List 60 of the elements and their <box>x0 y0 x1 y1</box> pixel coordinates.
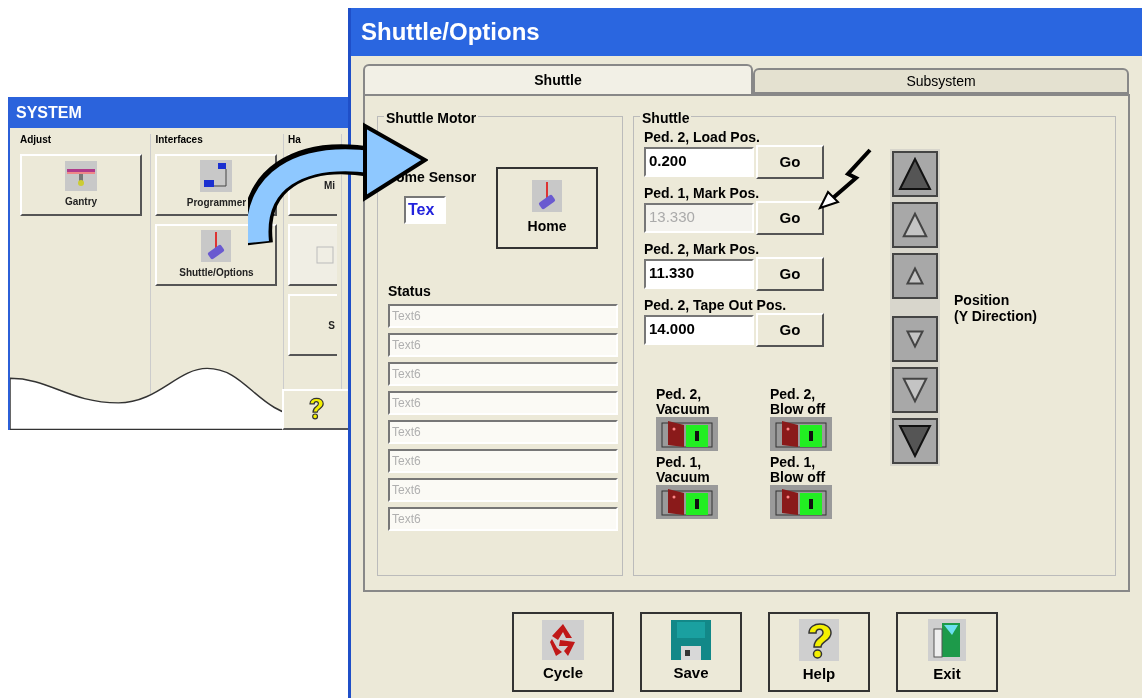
footer-button[interactable]: Cycle <box>512 612 614 692</box>
valve-label: Ped. 1, Vacuum <box>656 455 711 485</box>
group-label: Adjust <box>20 134 53 146</box>
go-button[interactable]: Go <box>756 145 824 179</box>
group-label: Ha <box>288 134 302 146</box>
valve-toggle-icon[interactable] <box>770 417 832 451</box>
question-mark-icon <box>799 618 839 661</box>
position-field[interactable]: 11.330 <box>644 259 754 289</box>
jog-down-button[interactable] <box>892 418 938 464</box>
exit-door-icon <box>928 618 966 661</box>
valve-label: Ped. 1, Blow off <box>770 455 827 485</box>
status-field: Text6 <box>388 304 618 328</box>
jog-up-button[interactable] <box>892 151 938 197</box>
shuttle-icon <box>532 179 562 212</box>
tab[interactable]: Subsystem <box>753 68 1129 94</box>
status-label: Status <box>388 282 432 301</box>
status-field: Text6 <box>388 391 618 415</box>
help-button[interactable] <box>282 389 348 430</box>
system-button[interactable]: Gantry <box>20 154 142 216</box>
group-label: Interfaces <box>155 134 204 146</box>
footer-button[interactable]: Save <box>640 612 742 692</box>
position-field[interactable]: 14.000 <box>644 315 754 345</box>
go-button[interactable]: Go <box>756 313 824 347</box>
programmer-icon <box>200 160 233 192</box>
status-field: Text6 <box>388 420 618 444</box>
position-label: Ped. 2, Mark Pos. <box>644 241 761 257</box>
valve-toggle-icon[interactable] <box>770 485 832 519</box>
system-button[interactable]: Shuttle/Options <box>155 224 278 286</box>
status-field: Text6 <box>388 449 618 473</box>
gantry-icon <box>65 161 97 191</box>
footer-button[interactable]: Help <box>768 612 870 692</box>
home-sensor-field: Tex <box>404 196 446 224</box>
square-icon <box>315 245 335 265</box>
lightning-arrow <box>818 148 874 210</box>
position-direction-label: Position (Y Direction) <box>954 291 1037 324</box>
tab[interactable]: Shuttle <box>363 64 753 94</box>
status-field: Text6 <box>388 478 618 502</box>
valve-label: Ped. 2, Vacuum <box>656 387 711 417</box>
valve-label: Ped. 2, Blow off <box>770 387 827 417</box>
recycle-icon <box>542 619 584 660</box>
valve-toggle-icon[interactable] <box>656 417 718 451</box>
system-button[interactable]: S <box>288 294 337 356</box>
footer-button[interactable]: Exit <box>896 612 998 692</box>
jog-up-button[interactable] <box>892 253 938 299</box>
jog-down-button[interactable] <box>892 367 938 413</box>
shuttle-icon <box>201 230 232 262</box>
home-button[interactable]: Home <box>496 167 598 249</box>
valve-toggle-icon[interactable] <box>656 485 718 519</box>
status-field: Text6 <box>388 507 618 531</box>
status-field: Text6 <box>388 333 618 357</box>
status-field: Text6 <box>388 362 618 386</box>
position-label: Ped. 2, Load Pos. <box>644 129 761 145</box>
position-field[interactable]: 0.200 <box>644 147 754 177</box>
window-title: Shuttle/Options <box>361 17 540 47</box>
position-label: Ped. 2, Tape Out Pos. <box>644 297 788 313</box>
window-title: SYSTEM <box>16 102 82 123</box>
go-button[interactable]: Go <box>756 257 824 291</box>
jog-up-button[interactable] <box>892 202 938 248</box>
jog-down-button[interactable] <box>892 316 938 362</box>
position-label: Ped. 1, Mark Pos. <box>644 185 761 201</box>
